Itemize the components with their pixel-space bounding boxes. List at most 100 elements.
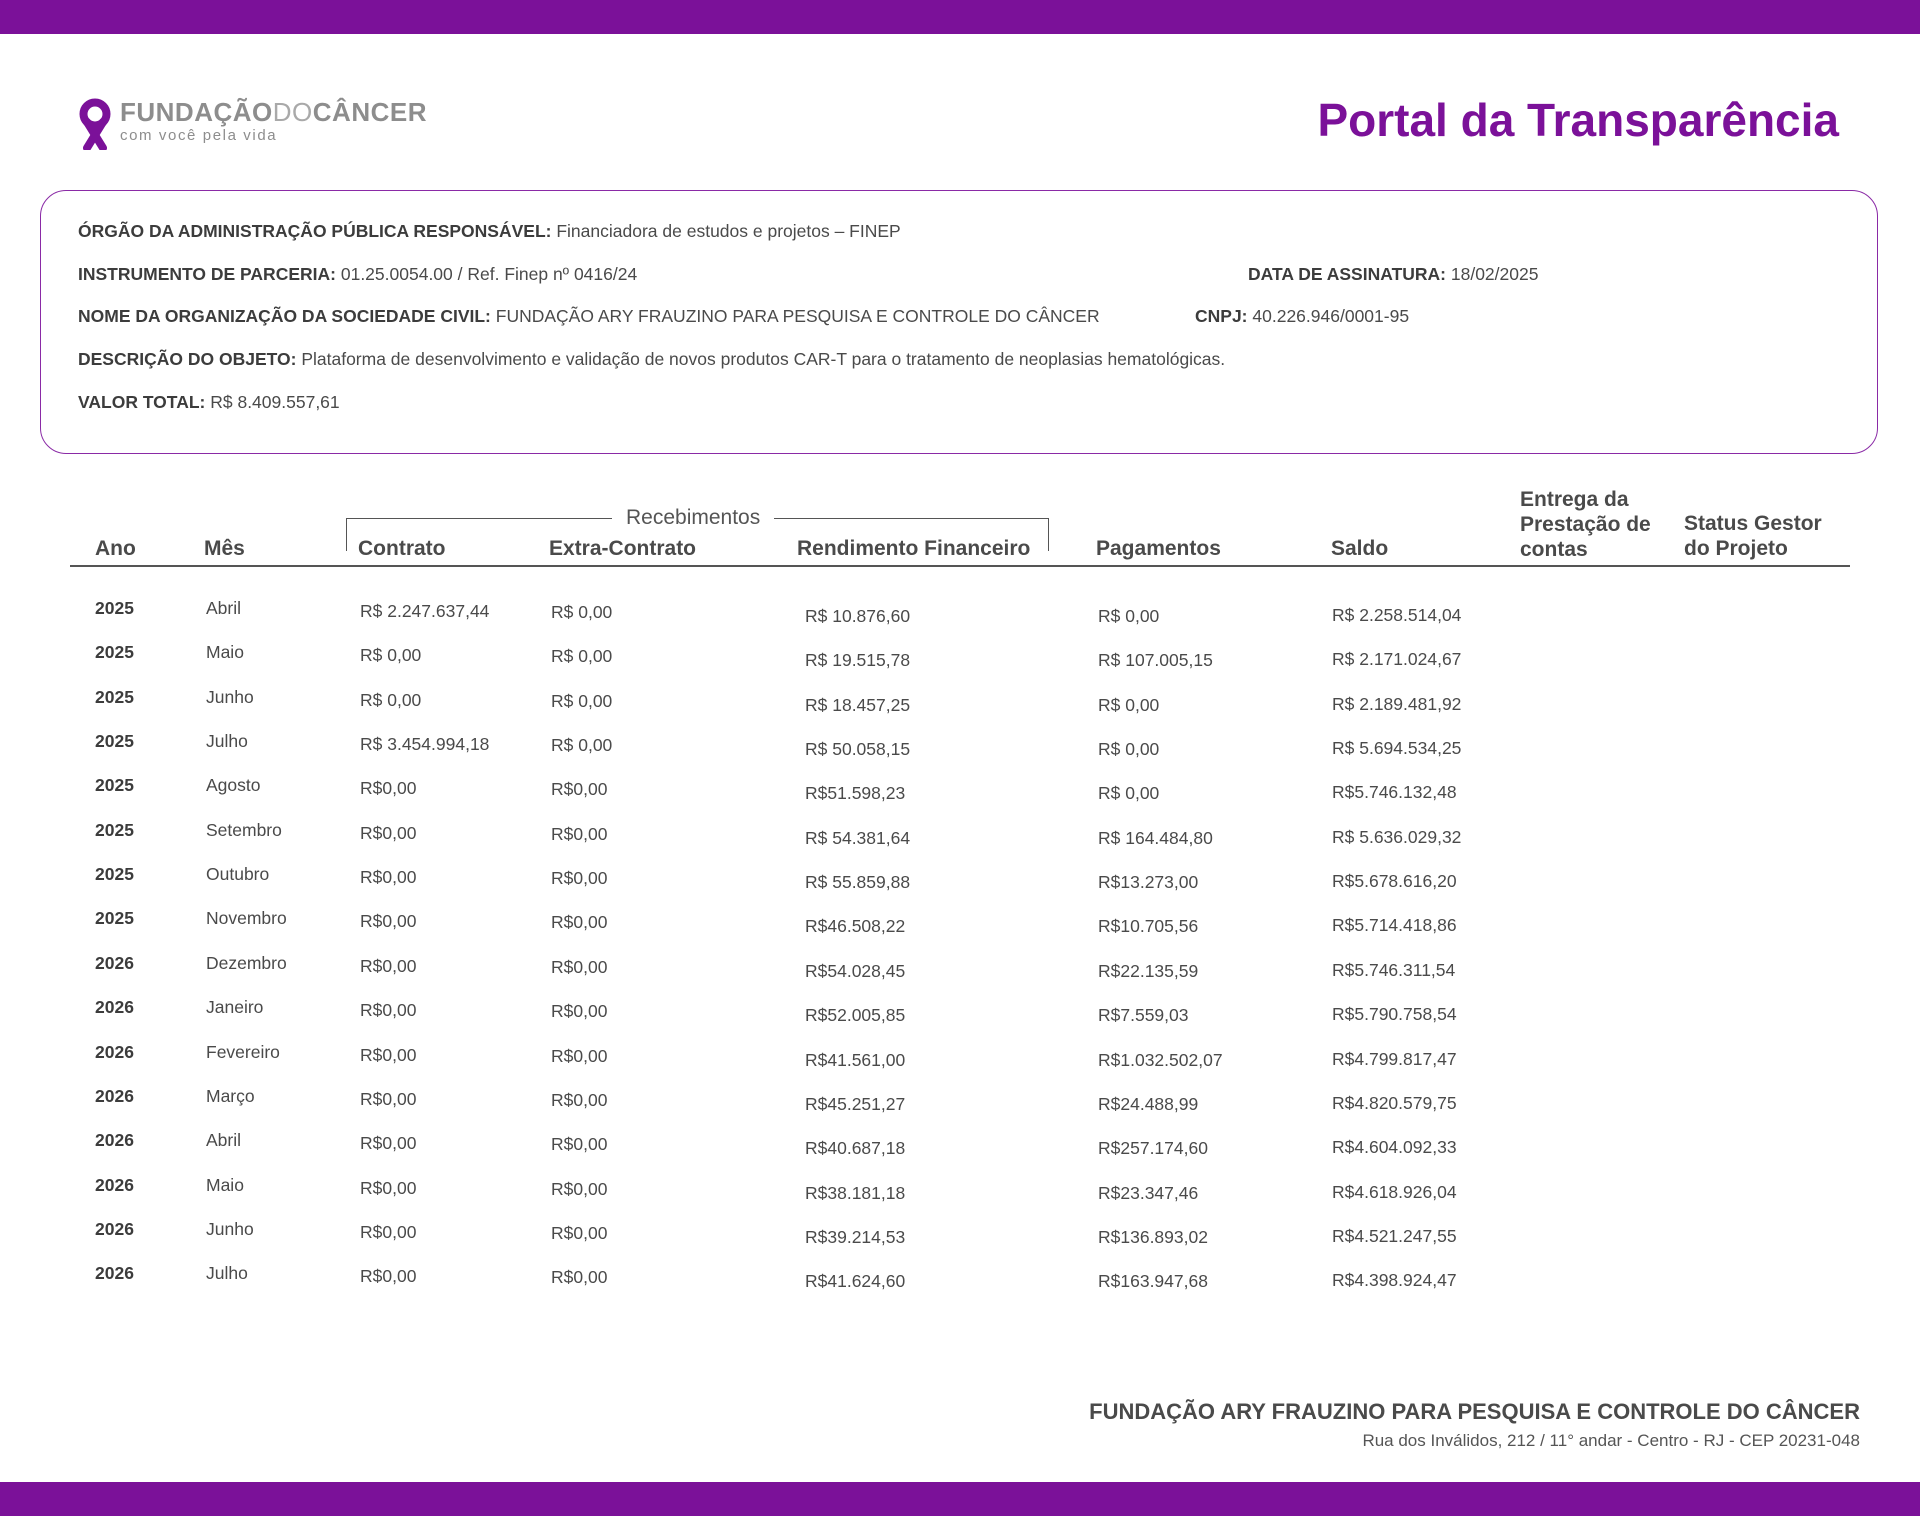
- cell-mes: Julho: [206, 731, 248, 751]
- cell-ano: 2026: [95, 1130, 134, 1150]
- cell-ano: 2025: [95, 731, 134, 751]
- cell-saldo: R$4.604.092,33: [1332, 1137, 1457, 1157]
- cell-extra-contrato: R$0,00: [551, 824, 608, 844]
- cell-contrato: R$ 0,00: [360, 645, 422, 665]
- table-row: 2025 Maio R$ 0,00 R$ 0,00 R$ 19.515,78 R$ 107…: [0, 641, 1920, 671]
- info-instrumento: INSTRUMENTO DE PARCERIA: 01.25.0054.00 /…: [78, 264, 638, 284]
- cell-pagamentos: R$136.893,02: [1098, 1227, 1208, 1247]
- info-data-assinatura: DATA DE ASSINATURA: 18/02/2025: [1248, 264, 1539, 284]
- header-extra-contrato: Extra-Contrato: [549, 537, 697, 560]
- header-contrato: Contrato: [358, 537, 446, 560]
- cell-extra-contrato: R$0,00: [551, 1090, 608, 1110]
- cell-saldo: R$ 5.636.029,32: [1332, 827, 1462, 847]
- cell-ano: 2025: [95, 687, 134, 707]
- cell-mes: Abril: [206, 598, 242, 618]
- cell-rendimento: R$ 18.457,25: [805, 695, 911, 715]
- table-row: 2026 Julho R$0,00 R$0,00 R$41.624,60 R$163.94…: [0, 1262, 1920, 1292]
- cell-extra-contrato: R$0,00: [551, 1179, 608, 1199]
- footer-address: Rua dos Inválidos, 212 / 11° andar - Cen…: [1362, 1431, 1860, 1450]
- cell-mes: Junho: [206, 1219, 254, 1239]
- cell-mes: Setembro: [206, 820, 282, 840]
- cell-saldo: R$5.746.311,54: [1332, 960, 1456, 980]
- cell-pagamentos: R$ 0,00: [1098, 783, 1160, 803]
- cell-saldo: R$ 5.694.534,25: [1332, 738, 1462, 758]
- cell-rendimento: R$41.624,60: [805, 1271, 906, 1291]
- cell-pagamentos: R$13.273,00: [1098, 872, 1199, 892]
- cell-contrato: R$0,00: [360, 867, 417, 887]
- cell-saldo: R$4.618.926,04: [1332, 1182, 1457, 1202]
- cell-rendimento: R$40.687,18: [805, 1138, 906, 1158]
- cell-mes: Março: [206, 1086, 255, 1106]
- table-row: 2025 Setembro R$0,00 R$0,00 R$ 54.381,64 R$ 1…: [0, 819, 1920, 849]
- cell-rendimento: R$54.028,45: [805, 961, 906, 981]
- cell-extra-contrato: R$ 0,00: [551, 646, 613, 666]
- recebimentos-group-label: Recebimentos: [612, 504, 775, 532]
- brand-logo[interactable]: FUNDAÇÃODOCÂNCER com você pela vida: [76, 98, 427, 150]
- cell-rendimento: R$ 55.859,88: [805, 872, 911, 892]
- header-ano: Ano: [95, 537, 136, 560]
- cell-mes: Maio: [206, 642, 244, 662]
- logo-tagline: com você pela vida: [120, 127, 278, 144]
- header-status-gestor: Status Gestor do Projeto: [1684, 512, 1822, 560]
- cell-mes: Junho: [206, 687, 254, 707]
- cell-mes: Fevereiro: [206, 1042, 280, 1062]
- header-rendimento: Rendimento Financeiro: [797, 537, 1031, 560]
- table-row: 2026 Janeiro R$0,00 R$0,00 R$52.005,85 R$7.55…: [0, 996, 1920, 1026]
- info-orgao: ÓRGÃO DA ADMINISTRAÇÃO PÚBLICA RESPONSÁV…: [78, 221, 901, 241]
- table-row: 2026 Março R$0,00 R$0,00 R$45.251,27 R$24.488…: [0, 1085, 1920, 1115]
- page-title: Portal da Transparência: [1317, 94, 1839, 146]
- cell-contrato: R$ 2.247.637,44: [360, 601, 490, 621]
- cell-ano: 2025: [95, 598, 134, 618]
- cell-rendimento: R$ 19.515,78: [805, 650, 911, 670]
- cell-contrato: R$0,00: [360, 1178, 417, 1198]
- header-divider: [70, 565, 1850, 567]
- cell-rendimento: R$ 50.058,15: [805, 739, 911, 759]
- cell-ano: 2026: [95, 1175, 134, 1195]
- header-entrega-prestacao: Entrega da Prestação de contas: [1520, 488, 1651, 561]
- cell-saldo: R$5.714.418,86: [1332, 915, 1457, 935]
- cell-ano: 2026: [95, 997, 134, 1017]
- table-row: 2026 Fevereiro R$0,00 R$0,00 R$41.561,00 R$1.…: [0, 1041, 1920, 1071]
- cell-mes: Novembro: [206, 908, 287, 928]
- header-saldo: Saldo: [1331, 537, 1389, 560]
- cell-contrato: R$0,00: [360, 1000, 417, 1020]
- table-row: 2026 Abril R$0,00 R$0,00 R$40.687,18 R$257.17…: [0, 1129, 1920, 1159]
- cell-extra-contrato: R$0,00: [551, 957, 608, 977]
- cell-pagamentos: R$257.174,60: [1098, 1138, 1208, 1158]
- cell-extra-contrato: R$0,00: [551, 1001, 608, 1021]
- cell-pagamentos: R$23.347,46: [1098, 1183, 1199, 1203]
- cell-mes: Janeiro: [206, 997, 264, 1017]
- cell-contrato: R$0,00: [360, 911, 417, 931]
- cell-extra-contrato: R$0,00: [551, 779, 608, 799]
- cell-pagamentos: R$1.032.502,07: [1098, 1050, 1223, 1070]
- table-row: 2025 Novembro R$0,00 R$0,00 R$46.508,22 R$10.…: [0, 907, 1920, 937]
- cell-pagamentos: R$163.947,68: [1098, 1271, 1208, 1291]
- cell-pagamentos: R$ 0,00: [1098, 695, 1160, 715]
- cell-contrato: R$0,00: [360, 778, 417, 798]
- cell-contrato: R$0,00: [360, 1222, 417, 1242]
- table-row: 2026 Junho R$0,00 R$0,00 R$39.214,53 R$136.89…: [0, 1218, 1920, 1248]
- cell-ano: 2025: [95, 820, 134, 840]
- logo-wordmark: FUNDAÇÃODOCÂNCER: [120, 97, 427, 127]
- cell-rendimento: R$39.214,53: [805, 1227, 906, 1247]
- cell-rendimento: R$52.005,85: [805, 1005, 906, 1025]
- cell-pagamentos: R$ 0,00: [1098, 739, 1160, 759]
- table-row: 2025 Junho R$ 0,00 R$ 0,00 R$ 18.457,25 R$ 0,…: [0, 686, 1920, 716]
- ribbon-icon: [79, 98, 111, 150]
- table-row: 2025 Julho R$ 3.454.994,18 R$ 0,00 R$ 50.058…: [0, 730, 1920, 760]
- cell-rendimento: R$38.181,18: [805, 1183, 906, 1203]
- info-valor-total: VALOR TOTAL: R$ 8.409.557,61: [78, 392, 340, 412]
- cell-contrato: R$0,00: [360, 956, 417, 976]
- cell-contrato: R$ 3.454.994,18: [360, 734, 490, 754]
- cell-saldo: R$5.746.132,48: [1332, 782, 1457, 802]
- cell-saldo: R$ 2.171.024,67: [1332, 649, 1462, 669]
- cell-ano: 2025: [95, 864, 134, 884]
- cell-ano: 2026: [95, 1219, 134, 1239]
- cell-ano: 2026: [95, 953, 134, 973]
- cell-rendimento: R$45.251,27: [805, 1094, 906, 1114]
- cell-pagamentos: R$ 0,00: [1098, 606, 1160, 626]
- cell-contrato: R$0,00: [360, 823, 417, 843]
- cell-extra-contrato: R$ 0,00: [551, 691, 613, 711]
- cell-extra-contrato: R$0,00: [551, 1046, 608, 1066]
- cell-extra-contrato: R$ 0,00: [551, 735, 613, 755]
